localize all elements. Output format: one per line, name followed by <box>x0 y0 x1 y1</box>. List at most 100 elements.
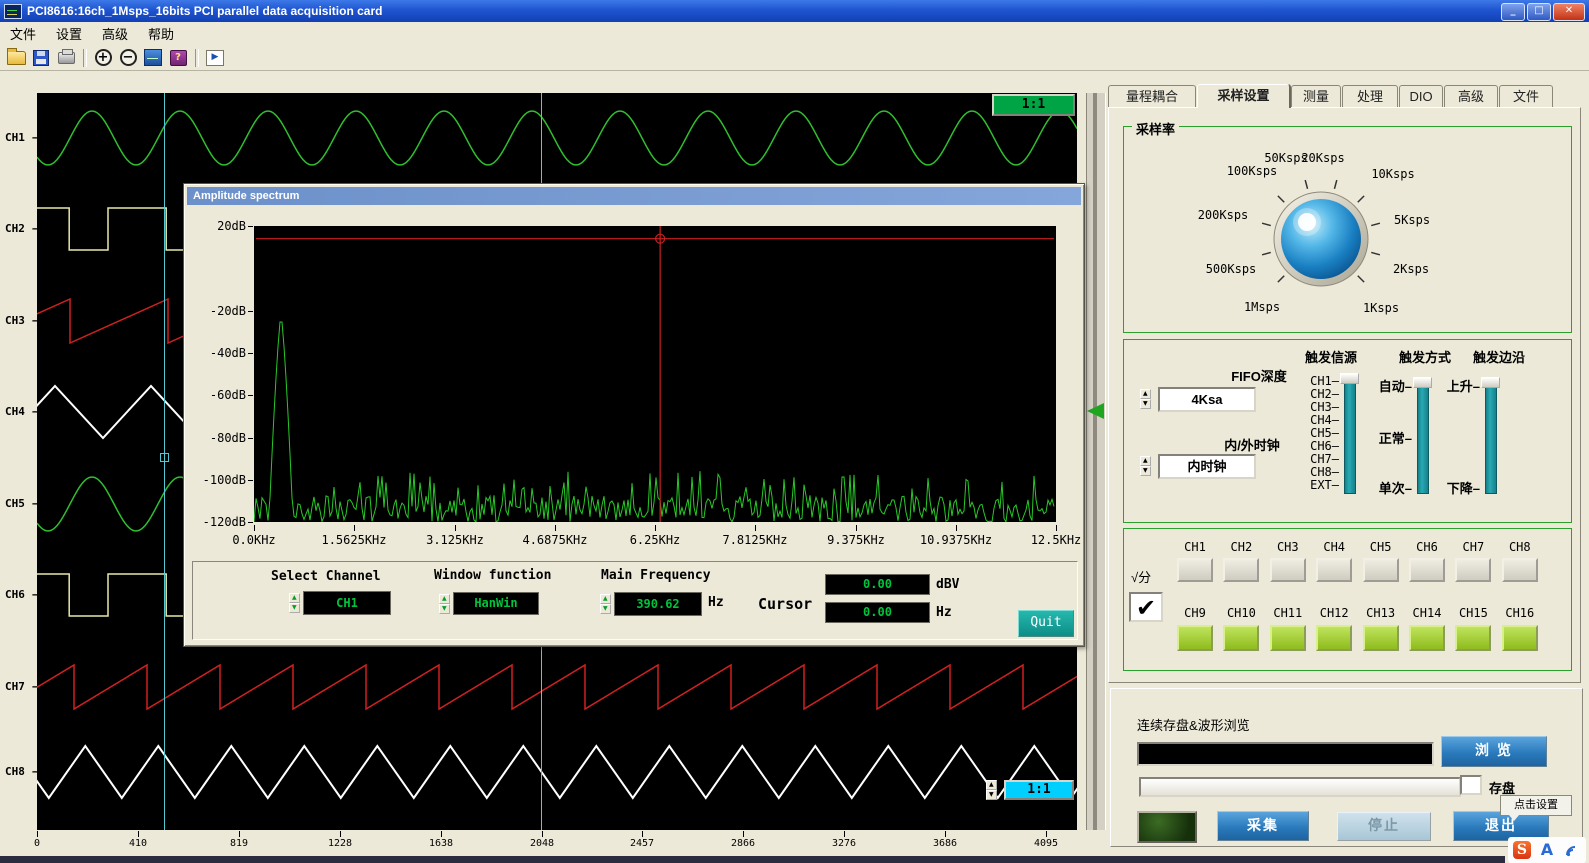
storage-path-field[interactable] <box>1137 742 1434 766</box>
trigger-mode-item[interactable]: 自动– <box>1350 376 1412 395</box>
save-button[interactable] <box>29 47 53 69</box>
channel-button-ch12[interactable] <box>1316 625 1352 651</box>
channel-label-ch15: CH15 <box>1459 606 1488 620</box>
run-button[interactable]: ▶ <box>203 47 227 69</box>
channel-button-ch6[interactable] <box>1409 558 1445 582</box>
spectrum-y-tick <box>248 311 253 312</box>
select-channel-value[interactable]: CH1 <box>303 591 391 615</box>
trigger-source-item-ch1[interactable]: CH1– <box>1277 374 1339 388</box>
save-icon <box>33 50 49 66</box>
letter-a-icon[interactable]: A <box>1541 841 1553 859</box>
select-channel-spinner[interactable]: ▲▼ <box>289 593 300 613</box>
menu-help[interactable]: 帮助 <box>138 22 184 45</box>
trigger-edge-item[interactable]: 下降– <box>1418 478 1480 497</box>
trigger-edge-item[interactable]: 上升– <box>1418 376 1480 395</box>
trigger-source-item-ch5[interactable]: CH5– <box>1277 426 1339 440</box>
browse-button[interactable]: 浏 览 <box>1441 736 1547 767</box>
scope-x-tick-label: 2457 <box>617 838 667 849</box>
channel-label-ch12: CH12 <box>1320 606 1349 620</box>
spectrum-trace <box>254 226 1056 522</box>
help-button[interactable]: ? <box>166 47 190 69</box>
spectrum-x-tick <box>956 525 957 531</box>
print-button[interactable] <box>54 47 78 69</box>
spectrum-y-tick-label: -20dB <box>188 304 246 318</box>
tab-range-coupling[interactable]: 量程耦合 <box>1108 85 1196 107</box>
spectrum-y-tick <box>248 522 253 523</box>
tab-measure[interactable]: 测量 <box>1291 85 1341 107</box>
main-frequency-unit: Hz <box>708 595 724 610</box>
zoom-out-button[interactable]: − <box>116 47 140 69</box>
scope-x-axis: 041081912281638204824572866327636864095 <box>37 831 1077 849</box>
close-icon[interactable]: ✕ <box>1553 3 1585 21</box>
channel-select-group: √分 ✔ CH1CH2CH3CH4CH5CH6CH7CH8CH9CH10CH11… <box>1123 528 1572 671</box>
trigger-source-item-ext[interactable]: EXT– <box>1277 478 1339 492</box>
trigger-edge-slider-handle[interactable] <box>1481 377 1500 388</box>
channel-button-ch11[interactable] <box>1270 625 1306 651</box>
spinner-down-icon[interactable]: ▼ <box>986 790 997 800</box>
channel-button-ch15[interactable] <box>1455 625 1491 651</box>
window-function-value[interactable]: HanWin <box>453 592 539 615</box>
sample-rate-group: 采样率 50Ksps20Ksps100Ksps10Ksps200Ksps5Ksp… <box>1123 126 1572 333</box>
trigger-edge-slider[interactable] <box>1485 381 1497 494</box>
channel-button-ch7[interactable] <box>1455 558 1491 582</box>
save-checkbox[interactable] <box>1460 775 1482 795</box>
trigger-level-arrow-icon[interactable] <box>1087 403 1104 419</box>
open-file-button[interactable] <box>4 47 28 69</box>
acquire-button[interactable]: 采集 <box>1217 811 1309 841</box>
spinner-up-icon[interactable]: ▲ <box>986 780 997 790</box>
main-frequency-value[interactable]: 390.62 <box>614 592 702 616</box>
clock-source-field[interactable]: 内时钟 <box>1158 454 1256 479</box>
channel-button-ch1[interactable] <box>1177 558 1213 582</box>
tab-advanced[interactable]: 高级 <box>1444 85 1498 107</box>
trigger-source-item-ch7[interactable]: CH7– <box>1277 452 1339 466</box>
channel-button-ch8[interactable] <box>1502 558 1538 582</box>
window-function-spinner[interactable]: ▲▼ <box>439 594 450 614</box>
scope-zoom-spinner[interactable]: ▲▼ <box>986 780 997 800</box>
menu-advanced[interactable]: 高级 <box>92 22 138 45</box>
sogou-s-icon[interactable]: S <box>1513 841 1531 859</box>
tab-sampling-settings[interactable]: 采样设置 <box>1197 84 1290 108</box>
cursor-freq-value: 0.00 <box>825 602 930 623</box>
trigger-mode-item[interactable]: 正常– <box>1350 428 1412 447</box>
channel-button-ch4[interactable] <box>1316 558 1352 582</box>
tab-file[interactable]: 文件 <box>1499 85 1553 107</box>
channel-button-ch13[interactable] <box>1363 625 1399 651</box>
scope-x-tick-label: 4095 <box>1021 838 1071 849</box>
channel-button-ch10[interactable] <box>1223 625 1259 651</box>
signal-icon[interactable] <box>1563 841 1581 859</box>
tab-dio[interactable]: DIO <box>1399 85 1443 107</box>
stop-button: 停止 <box>1337 812 1431 841</box>
scope-scrollbar[interactable] <box>1086 93 1106 830</box>
minimize-icon[interactable]: _ <box>1501 3 1525 21</box>
channel-button-ch14[interactable] <box>1409 625 1445 651</box>
trigger-source-item-ch6[interactable]: CH6– <box>1277 439 1339 453</box>
spectrum-window-button[interactable] <box>141 47 165 69</box>
spectrum-y-tick-label: -40dB <box>188 346 246 360</box>
channel-button-ch3[interactable] <box>1270 558 1306 582</box>
menu-settings[interactable]: 设置 <box>46 22 92 45</box>
fifo-depth-spinner[interactable]: ▲▼ <box>1140 389 1151 409</box>
spectrum-y-tick-label: -100dB <box>188 473 246 487</box>
scope-cursor-handle[interactable] <box>160 453 169 462</box>
trigger-mode-item[interactable]: 单次– <box>1350 478 1412 497</box>
main-frequency-spinner[interactable]: ▲▼ <box>600 594 611 614</box>
zoom-in-button[interactable]: + <box>91 47 115 69</box>
channel-button-ch16[interactable] <box>1502 625 1538 651</box>
clock-source-spinner[interactable]: ▲▼ <box>1140 456 1151 476</box>
channel-button-ch9[interactable] <box>1177 625 1213 651</box>
trigger-source-item-ch8[interactable]: CH8– <box>1277 465 1339 479</box>
channel-label-ch6: CH6 <box>1416 540 1438 554</box>
trigger-source-item-ch2[interactable]: CH2– <box>1277 387 1339 401</box>
menu-file[interactable]: 文件 <box>0 22 46 45</box>
quit-button[interactable]: Quit <box>1018 610 1074 637</box>
channel-button-ch5[interactable] <box>1363 558 1399 582</box>
maximize-icon[interactable]: □ <box>1527 3 1551 21</box>
dialog-titlebar[interactable]: Amplitude spectrum <box>187 187 1081 205</box>
fifo-depth-field[interactable]: 4Ksa <box>1158 387 1256 412</box>
trigger-source-item-ch4[interactable]: CH4– <box>1277 413 1339 427</box>
scope-x-tick <box>945 831 946 837</box>
trigger-source-item-ch3[interactable]: CH3– <box>1277 400 1339 414</box>
split-mode-checkbox[interactable]: ✔ <box>1129 592 1163 622</box>
tab-process[interactable]: 处理 <box>1342 85 1398 107</box>
channel-button-ch2[interactable] <box>1223 558 1259 582</box>
